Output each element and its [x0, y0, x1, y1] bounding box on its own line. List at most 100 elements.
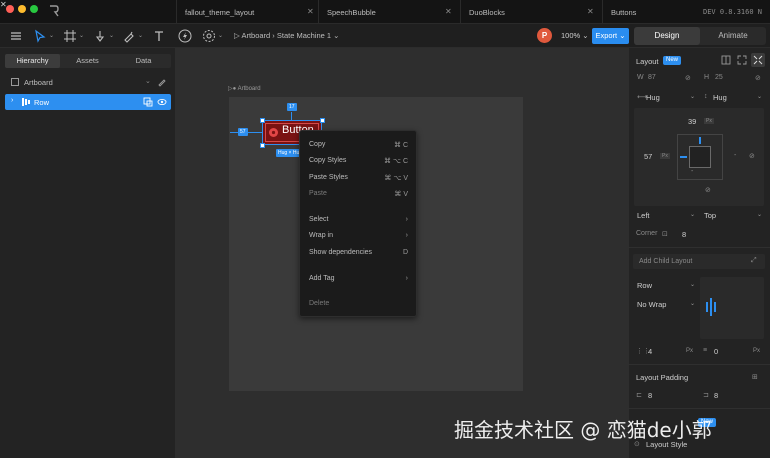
expand-icon[interactable] [737, 55, 747, 65]
layout-preview[interactable] [700, 277, 764, 339]
padding-mode-icon[interactable]: ⊞ [752, 373, 758, 381]
tree-item-artboard[interactable]: Artboard ⌄ [5, 74, 171, 90]
zoom-level[interactable]: 100% ⌄ [561, 31, 589, 40]
close-tab-icon[interactable]: ✕ [445, 7, 452, 16]
menu-item-wrap-in[interactable]: Wrap in › [300, 229, 418, 243]
tab-speechbubble[interactable]: SpeechBubble ✕ [318, 0, 460, 24]
width-mode-select[interactable]: Hug [646, 93, 660, 102]
margin-top-value[interactable]: 39 [688, 117, 696, 126]
frame-tool-icon[interactable] [63, 29, 77, 43]
unit-label[interactable]: Px [753, 348, 760, 354]
tab-design[interactable]: Design [634, 27, 700, 45]
link-icon[interactable]: ⊘ [705, 186, 711, 194]
text-tool-icon[interactable] [152, 29, 166, 43]
close-tab-icon[interactable]: ✕ [307, 7, 314, 16]
tab-hierarchy[interactable]: Hierarchy [5, 54, 60, 68]
menu-item-label: Add Tag [309, 275, 335, 282]
chevron-down-icon[interactable]: ⌄ [690, 281, 695, 288]
chevron-down-icon[interactable]: ⌄ [690, 211, 695, 218]
chevron-down-icon[interactable]: ⌄ [218, 32, 223, 39]
menu-icon[interactable] [9, 29, 23, 43]
tree-item-row[interactable]: › Row [5, 94, 171, 110]
artboard-label[interactable]: ▷● Artboard [228, 85, 261, 92]
menu-item-select[interactable]: Select › [300, 213, 418, 227]
edit-icon[interactable] [157, 77, 167, 87]
link-icon[interactable]: ⊘ [685, 74, 691, 82]
menu-item-shortcut: ⌘ V [394, 191, 408, 198]
height-mode-select[interactable]: Hug [713, 93, 727, 102]
vertical-align-select[interactable]: Top [704, 211, 716, 220]
eye-icon[interactable] [157, 97, 167, 107]
tab-duoblocks[interactable]: DuoBlocks ✕ [460, 0, 602, 24]
menu-item-copy-styles[interactable]: Copy Styles ⌘ ⌥ C [300, 154, 418, 168]
chevron-down-icon[interactable]: ⌄ [109, 32, 114, 39]
export-button[interactable]: Export ⌄ [592, 28, 629, 44]
wrap-select[interactable]: No Wrap [637, 300, 666, 309]
left-anchor[interactable] [680, 156, 687, 158]
corner-radius-input[interactable]: 8 [682, 230, 686, 239]
chevron-down-icon[interactable]: ⌄ [757, 93, 762, 100]
tab-label: SpeechBubble [327, 8, 376, 17]
menu-item-add-tag[interactable]: Add Tag › [300, 272, 418, 286]
lightning-icon[interactable] [178, 29, 192, 43]
gap-input[interactable]: 4 [648, 347, 652, 356]
resize-handle[interactable] [320, 118, 325, 123]
tab-data[interactable]: Data [116, 54, 171, 68]
columns-icon[interactable] [721, 55, 731, 65]
margin-right-value[interactable]: - [734, 152, 736, 159]
resize-handle[interactable] [260, 118, 265, 123]
resize-handle[interactable] [260, 143, 265, 148]
top-anchor[interactable] [699, 137, 701, 144]
horizontal-align-select[interactable]: Left [637, 211, 650, 220]
play-icon[interactable]: ▷● [228, 86, 236, 92]
zoom-window-button[interactable] [30, 5, 38, 13]
bone-tool-icon[interactable] [93, 29, 107, 43]
close-window-button[interactable] [6, 5, 14, 13]
unit-badge[interactable]: Px [660, 153, 670, 159]
padding-right-input[interactable]: 8 [714, 391, 718, 400]
pen-tool-icon[interactable] [122, 29, 136, 43]
minimize-window-button[interactable] [18, 5, 26, 13]
add-child-layout-button[interactable]: Add Child Layout ⤢ [633, 254, 765, 269]
margin-bottom-value[interactable]: - [691, 168, 693, 175]
avatar[interactable]: P [537, 28, 552, 43]
gear-icon[interactable] [202, 29, 216, 43]
link-icon[interactable]: ⊘ [749, 152, 755, 160]
tab-assets[interactable]: Assets [60, 54, 115, 68]
menu-item-paste[interactable]: Paste ⌘ V [300, 187, 418, 201]
row-gap-icon: ≡ [703, 347, 708, 354]
lock-icon[interactable]: ⊘ [755, 74, 761, 82]
menu-item-paste-styles[interactable]: Paste Styles ⌘ ⌥ V [300, 171, 418, 185]
margin-left-value[interactable]: 57 [644, 152, 652, 161]
chevron-down-icon[interactable]: ⌄ [690, 93, 695, 100]
close-tab-icon[interactable]: ✕ [587, 7, 594, 16]
row-gap-input[interactable]: 0 [714, 347, 718, 356]
menu-item-label: Select [309, 216, 329, 223]
divider [628, 364, 770, 365]
unit-label[interactable]: Px [686, 348, 693, 354]
chevron-down-icon[interactable]: ⌄ [145, 77, 151, 85]
fit-content-button[interactable] [751, 53, 765, 67]
chevron-right-icon[interactable]: › [11, 97, 13, 104]
menu-item-show-dependencies[interactable]: Show dependencies D [300, 246, 418, 260]
chevron-down-icon[interactable]: ⌄ [138, 32, 143, 39]
select-tool-icon[interactable] [33, 29, 47, 43]
width-input[interactable]: 87 [648, 74, 656, 81]
menu-item-delete[interactable]: Delete [300, 297, 418, 311]
tab-fallout-theme-layout[interactable]: fallout_theme_layout ✕ [176, 0, 318, 24]
height-input[interactable]: 25 [715, 74, 723, 81]
menu-item-copy[interactable]: Copy ⌘ C [300, 138, 418, 152]
expand-icon[interactable]: ⤢ [751, 257, 757, 265]
chevron-down-icon[interactable]: ⌄ [79, 32, 84, 39]
tab-animate[interactable]: Animate [700, 27, 766, 45]
chevron-down-icon[interactable]: ⌄ [690, 300, 695, 307]
breadcrumb[interactable]: ▷ Artboard › State Machine 1 ⌄ [234, 31, 339, 40]
rive-logo-icon[interactable] [48, 4, 60, 18]
menu-item-shortcut: ⌘ ⌥ V [384, 175, 408, 182]
chevron-down-icon[interactable]: ⌄ [49, 32, 54, 39]
chevron-down-icon[interactable]: ⌄ [757, 211, 762, 218]
link-icon[interactable] [143, 97, 153, 107]
direction-select[interactable]: Row [637, 281, 652, 290]
padding-left-input[interactable]: 8 [648, 391, 652, 400]
unit-badge[interactable]: Px [704, 118, 714, 124]
